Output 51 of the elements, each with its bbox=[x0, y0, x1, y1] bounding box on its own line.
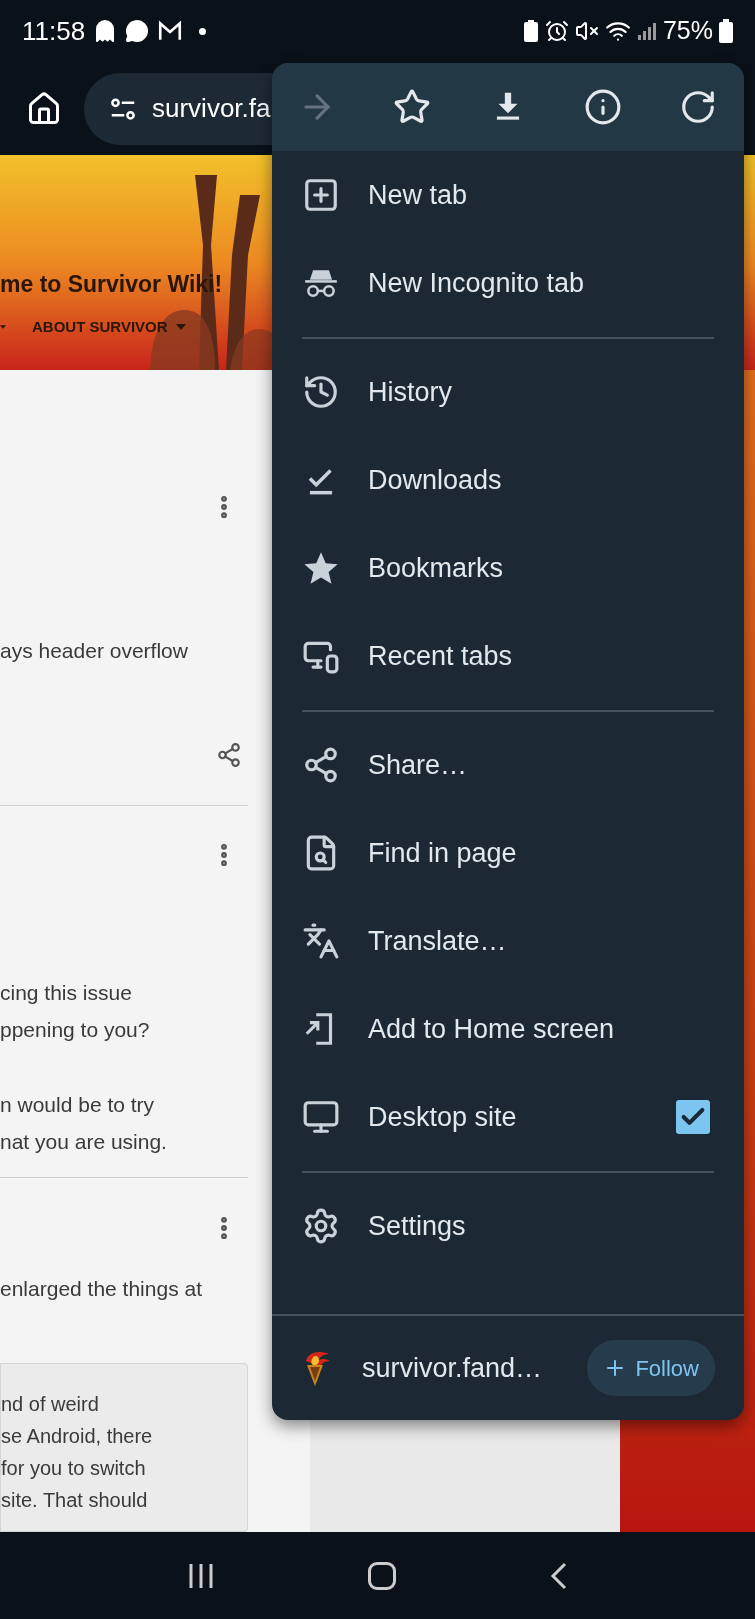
url-text: survivor.fa bbox=[152, 92, 271, 125]
mail-icon bbox=[157, 20, 184, 42]
caret-icon bbox=[175, 323, 186, 330]
alarm-icon bbox=[544, 19, 569, 43]
info-icon[interactable] bbox=[583, 88, 622, 126]
menu-item[interactable]: New tab bbox=[272, 151, 744, 239]
nav-link[interactable]: ABOUT SURVIVOR bbox=[32, 315, 186, 338]
plus-square-icon bbox=[302, 176, 340, 214]
quote-text: site. That should bbox=[1, 1488, 149, 1513]
home-button[interactable] bbox=[368, 1561, 397, 1590]
history-icon bbox=[302, 373, 340, 411]
menu-item[interactable]: Share… bbox=[272, 721, 744, 809]
menu-item[interactable]: New Incognito tab bbox=[272, 239, 744, 327]
back-icon[interactable] bbox=[548, 1560, 569, 1591]
menu-item[interactable]: Bookmarks bbox=[272, 524, 744, 612]
menu-item[interactable]: History bbox=[272, 348, 744, 436]
menu-item[interactable]: Desktop site bbox=[272, 1073, 744, 1161]
checkbox[interactable] bbox=[676, 1100, 710, 1134]
home-icon[interactable] bbox=[26, 90, 62, 127]
post-text: enlarged the things at bbox=[0, 1276, 203, 1302]
chat-icon bbox=[125, 19, 150, 43]
site-name: survivor.fand… bbox=[362, 1351, 544, 1385]
post-text: cing this issue bbox=[0, 980, 133, 1006]
post-text: ays header overflow bbox=[0, 638, 189, 664]
battery-icon bbox=[719, 19, 733, 43]
mute-icon bbox=[574, 19, 599, 43]
share-icon bbox=[302, 746, 340, 784]
menu-item[interactable]: Settings bbox=[272, 1182, 744, 1270]
menu-item[interactable]: Recent tabs bbox=[272, 612, 744, 700]
translate-icon bbox=[302, 922, 340, 960]
settings-icon bbox=[302, 1207, 340, 1245]
battery-percent: 75% bbox=[662, 15, 713, 47]
follow-button[interactable]: Follow bbox=[587, 1340, 715, 1396]
share-icon[interactable] bbox=[216, 742, 242, 768]
menu-item[interactable]: Downloads bbox=[272, 436, 744, 524]
clock-time: 11:58 bbox=[22, 14, 86, 48]
post-text: ppening to you? bbox=[0, 1017, 151, 1043]
menu-item[interactable]: Translate… bbox=[272, 897, 744, 985]
post-text: n would be to try bbox=[0, 1092, 156, 1118]
quote-text: nd of weird bbox=[1, 1392, 100, 1417]
battery-saver-icon bbox=[522, 19, 539, 43]
menu-item[interactable]: Add to Home screen bbox=[272, 985, 744, 1073]
caret-icon[interactable] bbox=[0, 323, 6, 330]
post-text: nat you are using. bbox=[0, 1129, 168, 1155]
monitor-icon bbox=[302, 1098, 340, 1136]
star-icon[interactable] bbox=[393, 88, 432, 126]
menu-item[interactable]: Find in page bbox=[272, 809, 744, 897]
reload-icon[interactable] bbox=[679, 88, 717, 126]
quote-text: for you to switch bbox=[1, 1456, 147, 1481]
signal-icon bbox=[636, 21, 657, 41]
quote-text: se Android, there bbox=[1, 1424, 154, 1449]
